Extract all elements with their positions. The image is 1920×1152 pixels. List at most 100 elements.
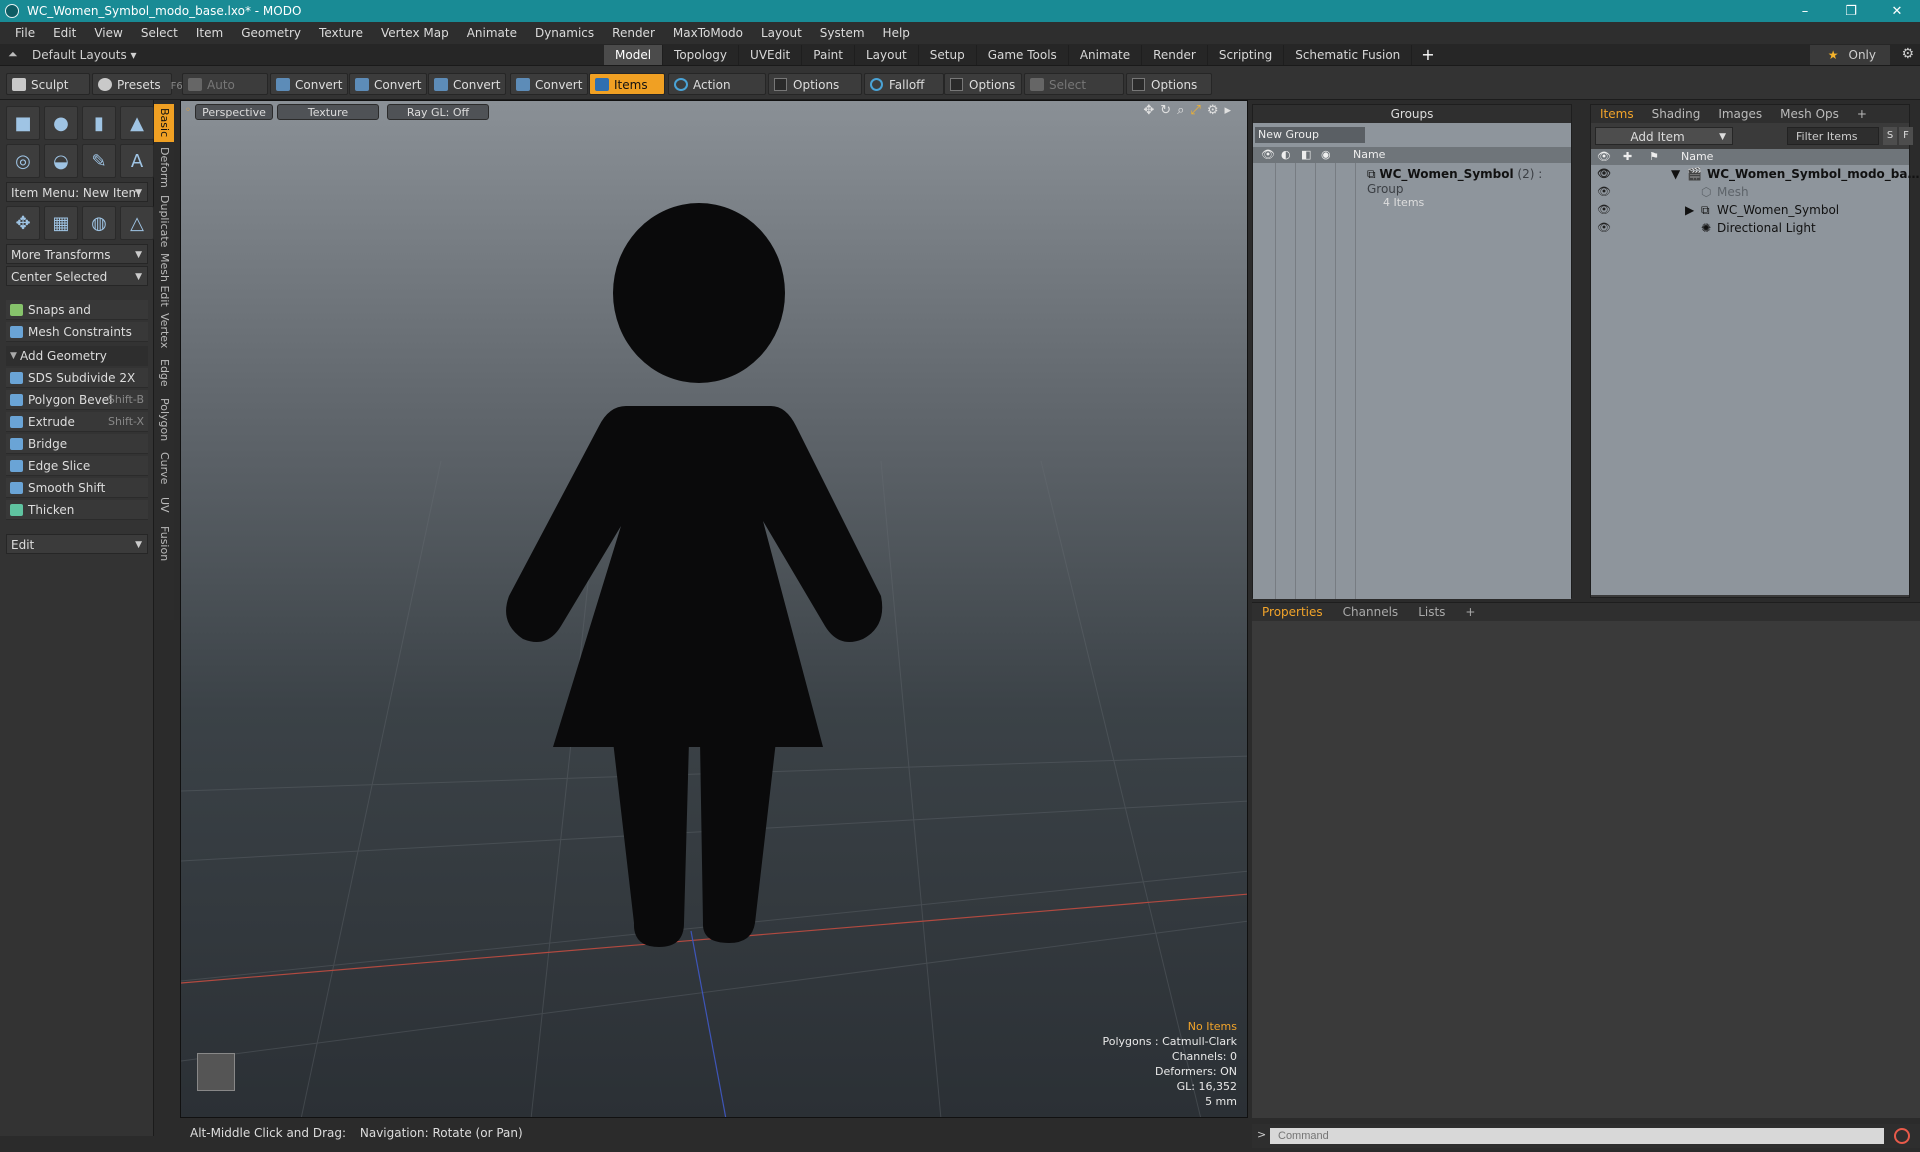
- menu-system[interactable]: System: [811, 26, 874, 40]
- filter-f-button[interactable]: F: [1899, 127, 1913, 145]
- vtab-mesh-edit[interactable]: Mesh Edit: [154, 252, 174, 308]
- grid-icon[interactable]: ▦: [44, 206, 78, 240]
- mesh-constraints-button[interactable]: Mesh Constraints: [6, 322, 148, 342]
- convert-vertices-button[interactable]: Convert: [270, 73, 348, 95]
- sphere-icon[interactable]: ●: [44, 106, 78, 140]
- vtab-curve[interactable]: Curve: [154, 448, 174, 488]
- item-row-scene[interactable]: 👁 ▼ 🎬 WC_Women_Symbol_modo_ba…: [1591, 165, 1919, 183]
- action-center-options[interactable]: Options: [768, 73, 862, 95]
- edit-dropdown[interactable]: Edit ▼: [6, 534, 148, 554]
- cylinder-icon[interactable]: ▮: [82, 106, 116, 140]
- visibility-column-icon[interactable]: 👁: [1261, 148, 1275, 161]
- tab-render[interactable]: Render: [1142, 45, 1208, 65]
- lock-column-icon[interactable]: ✚: [1623, 150, 1632, 163]
- add-item-button[interactable]: Add Item ▼: [1595, 127, 1733, 145]
- text-icon[interactable]: A: [120, 144, 154, 178]
- tab-layout[interactable]: Layout: [855, 45, 919, 65]
- polygon-bevel-button[interactable]: Polygon Bevel Shift-B: [6, 390, 148, 410]
- vtab-duplicate[interactable]: Duplicate: [154, 192, 174, 250]
- menu-file[interactable]: File: [6, 26, 44, 40]
- tab-schematic-fusion[interactable]: Schematic Fusion: [1284, 45, 1413, 65]
- sculpt-button[interactable]: Sculpt: [6, 73, 90, 95]
- menu-geometry[interactable]: Geometry: [232, 26, 310, 40]
- cube-icon[interactable]: ■: [6, 106, 40, 140]
- presets-button[interactable]: Presets F6: [92, 73, 183, 95]
- menu-maxtomodo[interactable]: MaxToModo: [664, 26, 752, 40]
- expand-arrow-icon[interactable]: ▶: [1685, 201, 1694, 219]
- texture-button[interactable]: Texture: [277, 104, 379, 120]
- select-through-button[interactable]: Select Through: [1024, 73, 1124, 114]
- menu-select[interactable]: Select: [132, 26, 187, 40]
- tab-lists[interactable]: Lists: [1408, 603, 1455, 621]
- perspective-button[interactable]: Perspective: [195, 104, 273, 120]
- options-checkbox[interactable]: [1132, 78, 1145, 91]
- scale-icon[interactable]: △: [120, 206, 154, 240]
- sds-subdivide-button[interactable]: SDS Subdivide 2X: [6, 368, 148, 388]
- vtab-uv[interactable]: UV: [154, 490, 174, 520]
- menu-render[interactable]: Render: [603, 26, 664, 40]
- capsule-icon[interactable]: ◒: [44, 144, 78, 178]
- vtab-deform[interactable]: Deform: [154, 144, 174, 190]
- zoom-icon[interactable]: ⌕: [1177, 103, 1184, 118]
- cone-icon[interactable]: ▲: [120, 106, 154, 140]
- command-history-icon[interactable]: [1894, 1128, 1910, 1144]
- more-transforms-dropdown[interactable]: More Transforms ▼: [6, 244, 148, 264]
- gear-icon[interactable]: ⚙: [1901, 46, 1914, 62]
- tab-paint[interactable]: Paint: [802, 45, 855, 65]
- only-toggle[interactable]: ★ Only: [1810, 45, 1890, 65]
- fit-icon[interactable]: ⤢: [1190, 103, 1200, 118]
- select-column-icon[interactable]: ◉: [1321, 148, 1331, 161]
- options-checkbox[interactable]: [774, 78, 787, 91]
- collapse-up-icon[interactable]: ⏶: [8, 47, 32, 62]
- menu-help[interactable]: Help: [874, 26, 919, 40]
- filter-items-input[interactable]: Filter Items: [1787, 127, 1879, 145]
- item-row-wc-women-symbol[interactable]: 👁 ▶ ⧉ WC_Women_Symbol: [1591, 201, 1909, 219]
- group-row-wc-women-symbol[interactable]: ⧉ WC_Women_Symbol (2) : Group 4 Items: [1367, 167, 1571, 209]
- tab-properties[interactable]: Properties: [1252, 603, 1333, 621]
- vtab-basic[interactable]: Basic: [154, 104, 174, 142]
- pen-icon[interactable]: ✎: [82, 144, 116, 178]
- viewport-menu-arrow-icon[interactable]: ▸: [1224, 103, 1231, 118]
- tab-game-tools[interactable]: Game Tools: [977, 45, 1069, 65]
- visibility-eye-icon[interactable]: 👁: [1597, 201, 1611, 219]
- falloff-options[interactable]: Options: [944, 73, 1022, 95]
- select-through-options[interactable]: Options: [1126, 73, 1212, 95]
- vtab-edge[interactable]: Edge: [154, 354, 174, 392]
- tab-mesh-ops[interactable]: Mesh Ops: [1771, 105, 1848, 123]
- tab-topology[interactable]: Topology: [663, 45, 740, 65]
- tab-items[interactable]: Items: [1591, 105, 1643, 123]
- visibility-eye-icon[interactable]: 👁: [1597, 219, 1611, 237]
- move-icon[interactable]: ✥: [6, 206, 40, 240]
- rotate-icon[interactable]: ◍: [82, 206, 116, 240]
- tab-shading[interactable]: Shading: [1643, 105, 1710, 123]
- menu-item[interactable]: Item: [187, 26, 232, 40]
- menu-dynamics[interactable]: Dynamics: [526, 26, 603, 40]
- command-input[interactable]: [1270, 1128, 1884, 1144]
- default-layouts-menu[interactable]: ⏶ Default Layouts ▾: [0, 47, 200, 62]
- viewport-settings-icon[interactable]: ⚙: [1207, 103, 1219, 118]
- close-icon[interactable]: ✕: [1874, 4, 1920, 19]
- pan-icon[interactable]: ✥: [1143, 103, 1154, 118]
- auto-select-button[interactable]: Auto Select: [182, 73, 268, 114]
- action-center-button[interactable]: Action Center: [668, 73, 766, 114]
- lock-column-icon[interactable]: ◧: [1301, 148, 1311, 161]
- menu-animate[interactable]: Animate: [458, 26, 526, 40]
- edge-slice-button[interactable]: Edge Slice: [6, 456, 148, 476]
- snaps-precision-button[interactable]: Snaps and Precision: [6, 300, 148, 337]
- items-mode-button[interactable]: Items: [589, 73, 665, 95]
- tab-channels[interactable]: Channels: [1333, 603, 1409, 621]
- minimize-icon[interactable]: –: [1782, 4, 1828, 19]
- tab-uvedit[interactable]: UVEdit: [739, 45, 803, 65]
- torus-icon[interactable]: ◎: [6, 144, 40, 178]
- 3d-viewport[interactable]: ◦ Perspective Texture Ray GL: Off ✥ ↻ ⌕ …: [180, 100, 1248, 1118]
- vtab-fusion[interactable]: Fusion: [154, 522, 174, 566]
- extrude-button[interactable]: Extrude Shift-X: [6, 412, 148, 432]
- visibility-eye-icon[interactable]: 👁: [1597, 165, 1611, 183]
- item-menu-dropdown[interactable]: Item Menu: New Item ▼: [6, 182, 148, 202]
- item-row-directional-light[interactable]: 👁 ✺ Directional Light: [1591, 219, 1909, 237]
- menu-layout[interactable]: Layout: [752, 26, 811, 40]
- visibility-column-icon[interactable]: 👁: [1597, 150, 1611, 163]
- convert-edges-button[interactable]: Convert: [349, 73, 427, 95]
- menu-view[interactable]: View: [85, 26, 131, 40]
- item-row-mesh[interactable]: 👁 ⬡ Mesh: [1591, 183, 1909, 201]
